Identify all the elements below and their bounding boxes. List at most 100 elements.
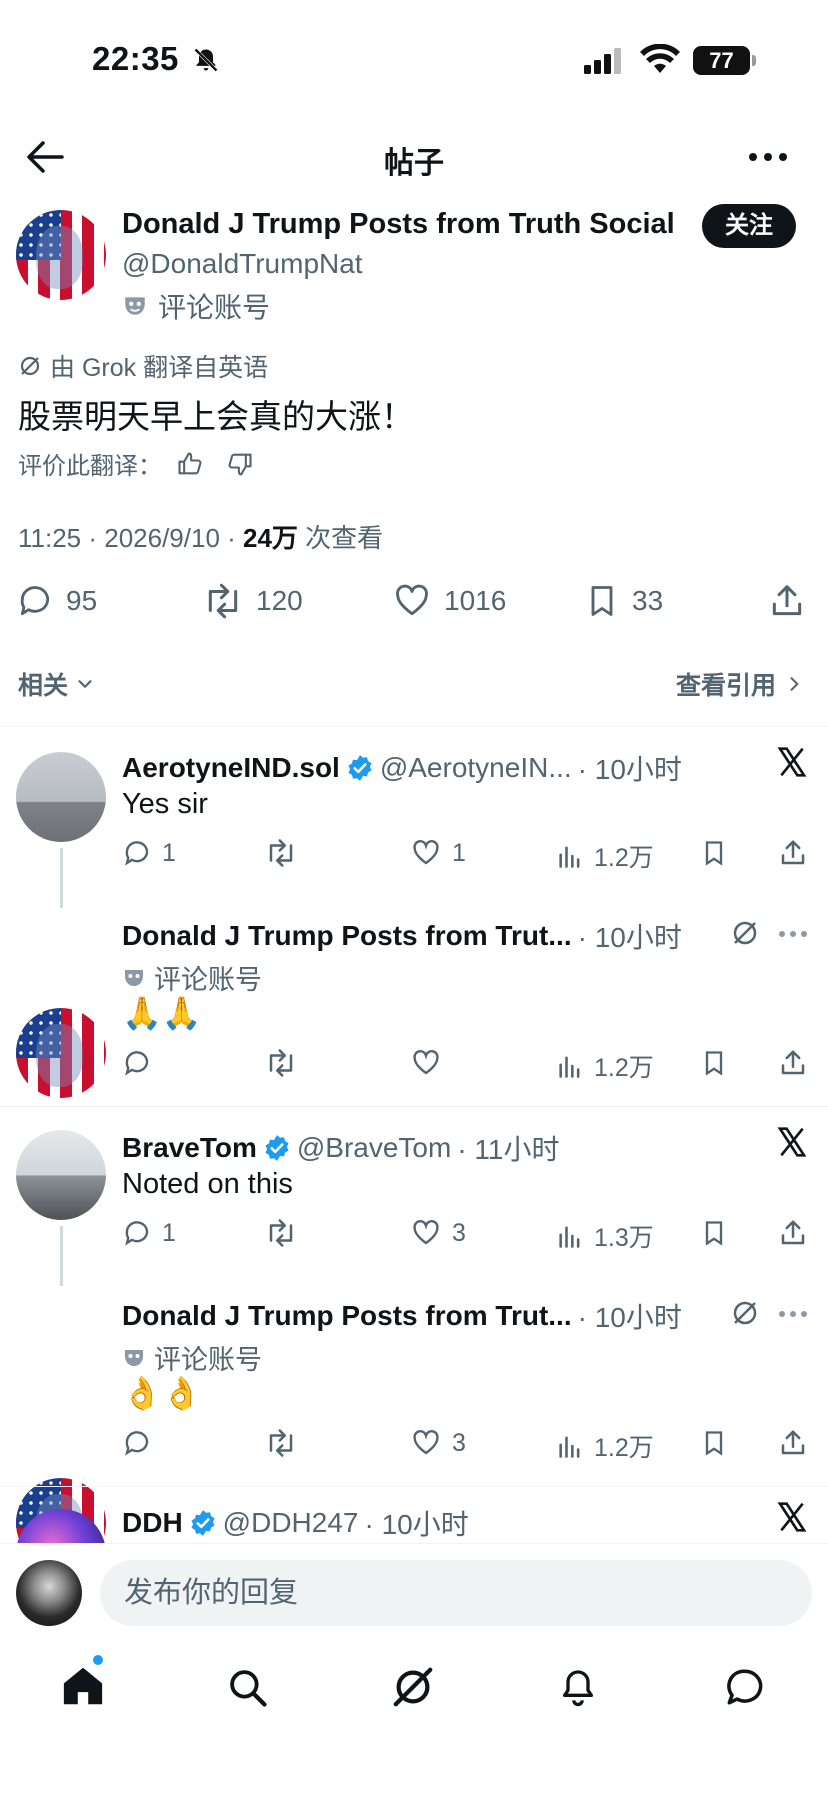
views-count: 24万 <box>243 523 298 553</box>
views-action[interactable]: 1.3万 <box>556 1218 654 1254</box>
reply-icon <box>122 1428 152 1458</box>
reply-action[interactable] <box>122 1428 152 1458</box>
bookmark-icon[interactable] <box>700 1218 728 1248</box>
reply-action[interactable]: 1 <box>122 1218 176 1248</box>
bookmark-icon[interactable] <box>700 838 728 868</box>
like-action[interactable]: 1 <box>410 838 466 868</box>
mask-icon <box>122 966 146 990</box>
verified-badge-icon <box>189 1509 217 1537</box>
post-text: 股票明天早上会真的大涨！ <box>18 398 414 435</box>
heart-icon <box>410 1048 442 1078</box>
author-avatar[interactable] <box>16 210 106 300</box>
reply-time: · 11小时 <box>457 1134 560 1165</box>
my-avatar[interactable] <box>16 1560 82 1626</box>
reply-action[interactable]: 1 <box>122 838 176 868</box>
repost-action[interactable] <box>264 838 298 868</box>
share-icon[interactable] <box>778 1428 808 1458</box>
account-tag: 评论账号 <box>122 286 270 326</box>
post-meta: 11:25 · 2026/9/10 · 24万 次查看 <box>18 518 383 555</box>
account-tag: 评论账号 <box>122 1338 262 1377</box>
x-logo-icon <box>776 1501 808 1533</box>
reply-action[interactable]: 95 <box>16 582 97 620</box>
tab-notifications[interactable] <box>558 1666 598 1708</box>
heart-icon <box>410 838 442 868</box>
reply-text: Yes sir <box>122 788 208 820</box>
view-quotes-link[interactable]: 查看引用 <box>676 666 804 702</box>
rate-translation-label: 评价此翻译： <box>18 453 162 480</box>
tab-search[interactable] <box>226 1666 268 1708</box>
share-icon[interactable] <box>778 1218 808 1248</box>
share-icon[interactable] <box>768 582 806 620</box>
share-icon[interactable] <box>778 1048 808 1078</box>
reply-handle: @AerotyneIN... <box>379 752 572 783</box>
reply-author[interactable]: Donald J Trump Posts from Trut... · 10小时 <box>122 1296 682 1336</box>
grok-icon[interactable] <box>730 1298 760 1328</box>
reply-avatar[interactable] <box>16 1008 106 1098</box>
reply-avatar[interactable] <box>16 1509 106 1543</box>
more-options-icon[interactable] <box>778 930 808 938</box>
repost-action[interactable] <box>264 1428 298 1458</box>
views-action[interactable]: 1.2万 <box>556 1428 654 1464</box>
like-action[interactable]: 1016 <box>392 582 506 620</box>
partial-reply: DDH @DDH247 · 10小时 <box>0 1487 828 1543</box>
translated-note: 由 Grok 翻译自英语 <box>18 348 268 384</box>
notification-dot <box>93 1655 103 1665</box>
reply-text: Noted on this <box>122 1168 293 1200</box>
chevron-down-icon <box>74 673 96 695</box>
author-name[interactable]: Donald J Trump Posts from Truth Social <box>122 208 675 241</box>
repost-action[interactable] <box>264 1218 298 1248</box>
reply-input[interactable]: 发布你的回复 <box>100 1560 812 1626</box>
views-action[interactable]: 1.2万 <box>556 838 654 874</box>
grok-icon[interactable] <box>730 918 760 948</box>
reply-avatar[interactable] <box>16 1130 106 1220</box>
bookmark-icon[interactable] <box>700 1048 728 1078</box>
tab-messages[interactable] <box>724 1666 766 1708</box>
thumbs-down-icon[interactable] <box>226 450 254 478</box>
reply-action[interactable] <box>122 1048 152 1078</box>
related-sort[interactable]: 相关 <box>18 666 96 702</box>
share-icon[interactable] <box>778 838 808 868</box>
bookmark-action[interactable]: 33 <box>584 582 663 620</box>
views-count: 1.2万 <box>594 844 654 872</box>
reply-author[interactable]: BraveTom @BraveTom · 11小时 <box>122 1128 560 1168</box>
like-count: 1016 <box>444 585 507 616</box>
like-action[interactable]: 3 <box>410 1218 466 1248</box>
verified-badge-icon <box>346 754 374 782</box>
reply-icon <box>122 1218 152 1248</box>
repost-action[interactable] <box>264 1048 298 1078</box>
reply-author[interactable]: AerotyneIND.sol @AerotyneIN... · 10小时 <box>122 748 682 788</box>
reply-text: 👌👌 <box>122 1375 202 1411</box>
repost-icon <box>264 1048 298 1078</box>
author-handle[interactable]: @DonaldTrumpNat <box>122 248 363 280</box>
reply-avatar[interactable] <box>16 752 106 842</box>
like-count: 1 <box>452 838 466 867</box>
view-quotes-label: 查看引用 <box>675 672 776 700</box>
related-label: 相关 <box>18 672 69 700</box>
views-count: 1.2万 <box>594 1054 654 1082</box>
follow-button[interactable]: 关注 <box>702 204 796 248</box>
repost-icon <box>264 838 298 868</box>
views-action[interactable]: 1.2万 <box>556 1048 654 1084</box>
thread-line <box>60 848 63 908</box>
tab-grok[interactable] <box>390 1664 436 1710</box>
tab-home[interactable] <box>62 1666 104 1706</box>
like-action[interactable]: 3 <box>410 1428 466 1458</box>
repost-count: 120 <box>256 585 303 616</box>
like-action[interactable] <box>410 1048 442 1078</box>
chevron-right-icon <box>784 673 804 695</box>
thumbs-up-icon[interactable] <box>176 450 204 478</box>
reply-action-row: 1 1 1.2万 <box>122 838 812 872</box>
x-logo-icon <box>776 746 808 778</box>
account-tag-label: 评论账号 <box>158 292 271 323</box>
bookmark-icon[interactable] <box>700 1428 728 1458</box>
more-options-icon[interactable] <box>778 1310 808 1318</box>
account-tag: 评论账号 <box>122 958 262 997</box>
reply-author[interactable]: Donald J Trump Posts from Trut... · 10小时 <box>122 916 682 956</box>
grok-icon <box>18 354 42 378</box>
heart-icon <box>410 1428 442 1458</box>
more-options-icon[interactable] <box>748 152 788 162</box>
views-icon <box>556 1052 584 1080</box>
repost-action[interactable]: 120 <box>202 582 303 620</box>
reply-text: 🙏🙏 <box>122 995 202 1031</box>
reply-author[interactable]: DDH @DDH247 · 10小时 <box>122 1503 469 1543</box>
